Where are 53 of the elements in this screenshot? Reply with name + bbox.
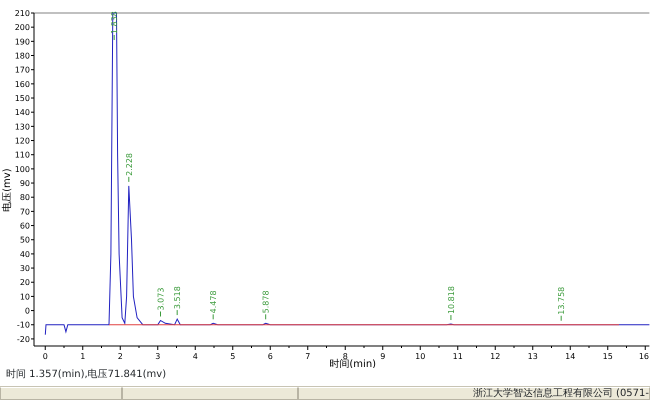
axis-tick-label: 3 (155, 352, 160, 361)
axis-tick-label: 0 (24, 306, 30, 316)
axis-title: 电压(mv) (2, 168, 13, 212)
axis-tick-label: 7 (305, 352, 310, 361)
axis-tick-label: 70 (20, 207, 30, 216)
axis-tick-label: 150 (14, 94, 30, 104)
axis-tick-label: 16 (638, 352, 649, 361)
axis-title: 时间(min) (329, 359, 376, 368)
axis-tick-label: 90 (20, 179, 30, 188)
axis-tick-label: 50 (20, 236, 30, 245)
peak-label: 2.228 (124, 152, 134, 176)
axis-tick-label: 2 (118, 352, 123, 361)
axis-tick-label: 14 (565, 352, 576, 361)
axis-tick-label: 20 (20, 278, 30, 288)
axis-tick-label: 11 (452, 352, 463, 361)
axis-tick-label: -20 (16, 334, 30, 344)
axis-tick-label: 160 (14, 80, 30, 89)
axis-tick-label: 9 (380, 352, 386, 361)
axis-tick-label: 4 (192, 352, 198, 361)
axis-tick-label: 1 (80, 352, 86, 361)
peak-label: 10.818 (446, 286, 456, 314)
axis-tick-label: 0 (42, 352, 48, 361)
axis-tick-label: 120 (14, 136, 30, 146)
axis-tick-label: -10 (16, 320, 30, 330)
axis-tick-label: 100 (14, 164, 30, 174)
peak-label: 3.518 (173, 286, 182, 310)
peak-label: 3.073 (156, 288, 166, 310)
peak-label: 5.878 (262, 290, 271, 314)
cursor-readout: 时间 1.357(min),电压71.841(mv) (5, 368, 168, 382)
axis-tick-label: 110 (14, 150, 30, 160)
axis-tick-label: 140 (14, 108, 30, 118)
axis-tick-label: 170 (14, 66, 30, 75)
peak-label: 13.758 (557, 286, 566, 315)
axis-tick-label: 40 (20, 250, 30, 259)
axis-tick-label: 8 (342, 352, 348, 361)
axis-tick-label: 5 (230, 352, 236, 361)
axis-tick-label: 180 (14, 52, 30, 60)
axis-tick-label: 6 (268, 352, 273, 361)
axis-tick-label: 130 (14, 122, 30, 132)
axis-tick-label: 60 (20, 222, 30, 231)
axis-tick-label: 13 (528, 352, 538, 361)
axis-tick-label: 190 (14, 37, 30, 46)
company-text: 浙江大学智达信息工程有限公司 (0571- (472, 388, 649, 399)
axis-tick-label: 200 (14, 23, 30, 32)
axis-tick-label: 80 (20, 193, 30, 202)
axis-tick-label: 30 (20, 264, 30, 274)
axis-tick-label: 10 (20, 292, 30, 302)
axis-tick-label: 15 (602, 352, 613, 361)
peak-label: 4.478 (209, 290, 218, 314)
axis-tick-label: 10 (415, 352, 426, 361)
axis-tick-label: 210 (14, 9, 30, 18)
axis-tick-label: 12 (490, 352, 500, 361)
peak-label: 1.838 (110, 11, 120, 34)
